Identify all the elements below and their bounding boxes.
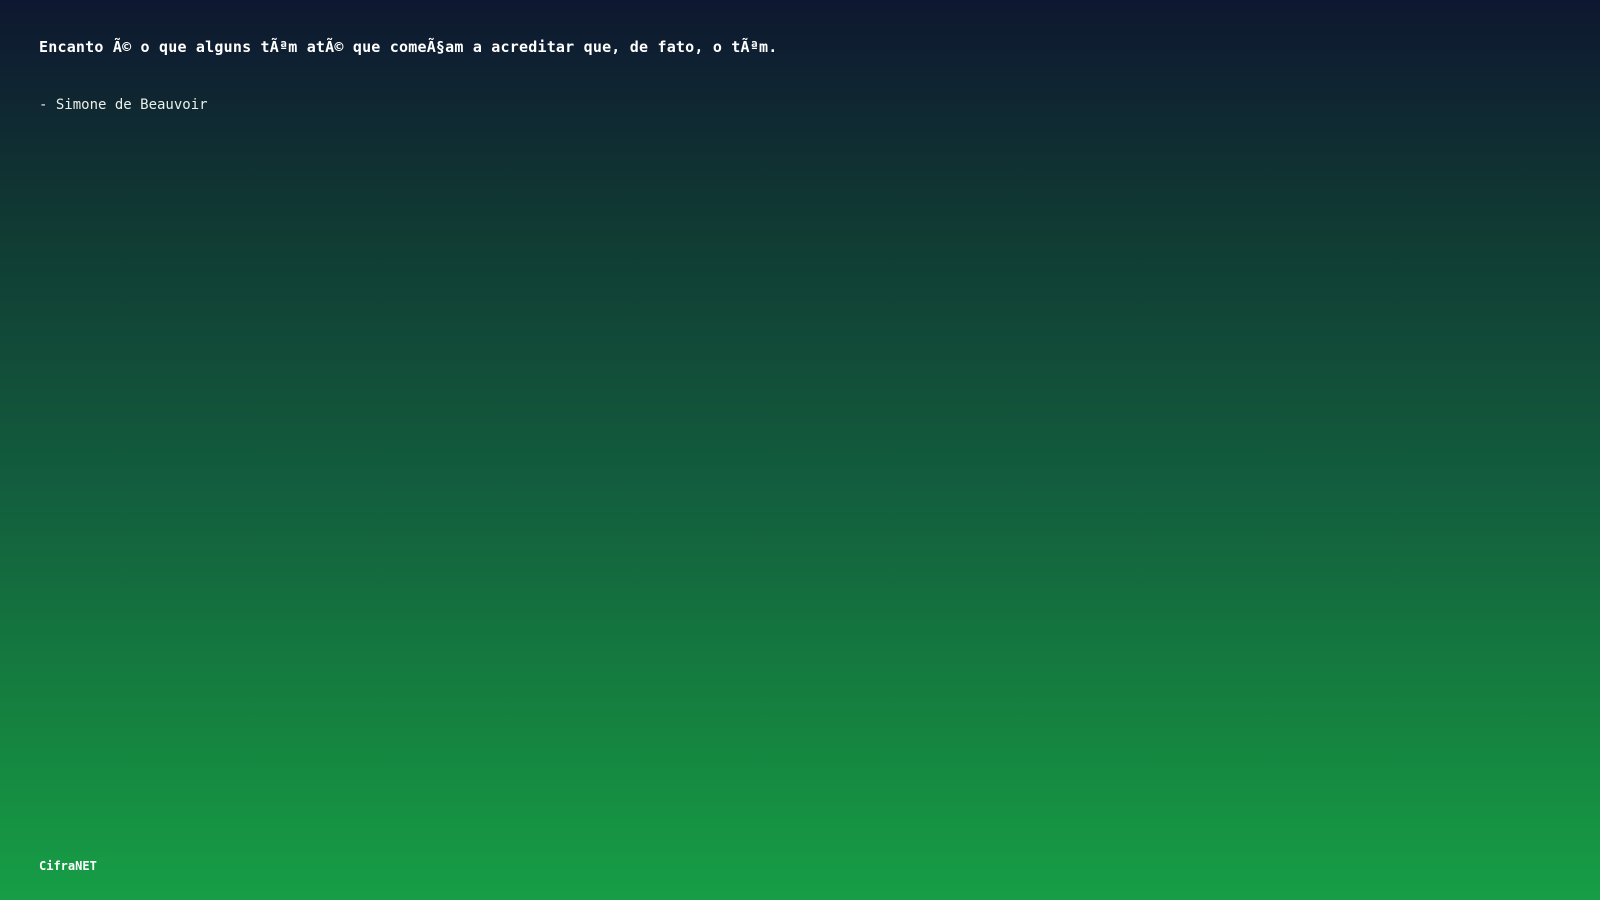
quote-block: Encanto Ã© o que alguns tÃªm atÃ© que co…	[39, 36, 1539, 115]
brand-label: CifraNET	[39, 859, 97, 873]
quote-text: Encanto Ã© o que alguns tÃªm atÃ© que co…	[39, 38, 778, 56]
quote-author: - Simone de Beauvoir	[39, 97, 208, 113]
